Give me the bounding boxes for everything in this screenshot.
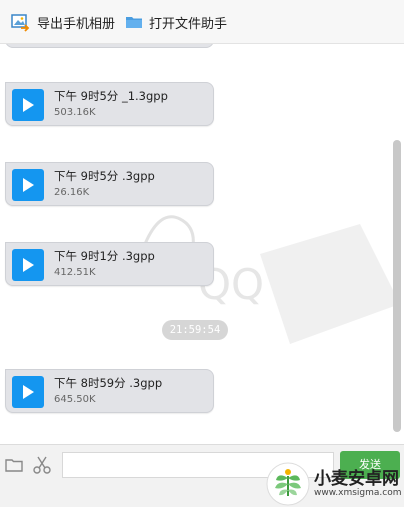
export-phone-album-label: 导出手机相册 xyxy=(37,16,116,32)
chat-scrollbar[interactable] xyxy=(393,140,401,432)
scissors-icon[interactable] xyxy=(32,455,52,475)
file-size: 26.16K xyxy=(54,187,90,198)
site-watermark: 小麦安卓网 www.xmsigma.com xyxy=(264,462,404,507)
file-name: 下午 9时5分 _1.3gpp xyxy=(54,89,168,103)
file-message-3[interactable]: 下午 9时1分 .3gpp 412.51K xyxy=(5,242,214,286)
play-icon[interactable] xyxy=(12,376,44,408)
folder-outline-icon[interactable] xyxy=(4,455,24,475)
file-size: 412.51K xyxy=(54,267,96,278)
file-message-2[interactable]: 下午 9时5分 .3gpp 26.16K xyxy=(5,162,214,206)
file-name: 下午 8时59分 .3gpp xyxy=(54,376,163,390)
toolbar: 导出手机相册 打开文件助手 xyxy=(0,0,404,44)
file-name: 下午 9时1分 .3gpp xyxy=(54,249,155,263)
file-name: 下午 9时5分 .3gpp xyxy=(54,169,155,183)
file-size: 503.16K xyxy=(54,107,96,118)
file-message-1[interactable]: 下午 9时5分 _1.3gpp 503.16K xyxy=(5,82,214,126)
open-file-assistant-button[interactable]: 打开文件助手 xyxy=(125,12,227,32)
chat-area: QQ 下午 9时5分 _1.3gpp 503.16K 下午 9时5分 .3gpp… xyxy=(0,44,404,444)
watermark-url: www.xmsigma.com xyxy=(314,488,402,498)
file-size: 645.50K xyxy=(54,394,96,405)
android-logo-icon xyxy=(266,462,310,506)
export-phone-album-button[interactable]: 导出手机相册 xyxy=(10,12,115,32)
folder-icon xyxy=(125,13,143,31)
partial-message-bubble xyxy=(5,44,214,48)
play-icon[interactable] xyxy=(12,249,44,281)
open-file-assistant-label: 打开文件助手 xyxy=(149,16,228,32)
file-message-4[interactable]: 下午 8时59分 .3gpp 645.50K xyxy=(5,369,214,413)
play-icon[interactable] xyxy=(12,169,44,201)
play-icon[interactable] xyxy=(12,89,44,121)
photo-export-icon xyxy=(10,12,30,32)
watermark-title: 小麦安卓网 xyxy=(314,469,399,489)
message-timestamp: 21:59:54 xyxy=(162,320,228,340)
